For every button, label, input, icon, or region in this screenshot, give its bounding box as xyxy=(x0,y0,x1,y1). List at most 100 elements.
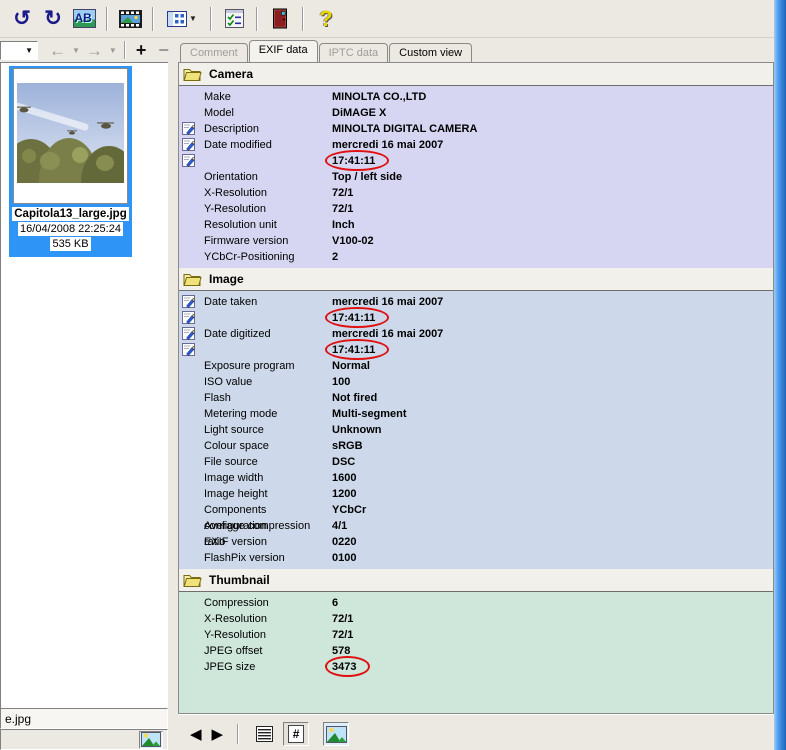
exif-field-value: 72/1 xyxy=(332,627,353,643)
exif-row: Colour spacesRGB xyxy=(179,438,773,454)
previous-image-button[interactable]: ◀ xyxy=(188,727,204,742)
exif-row: ISO value100 xyxy=(179,374,773,390)
exif-field-value: mercredi 16 mai 2007 xyxy=(332,137,443,153)
exif-field-label: JPEG offset xyxy=(204,643,332,659)
thumbnail-card xyxy=(13,68,128,204)
edit-icon[interactable] xyxy=(182,138,195,151)
back-history-dropdown-icon[interactable]: ▼ xyxy=(69,46,83,55)
selected-thumbnail[interactable]: Capitola13_large.jpg 16/04/2008 22:25:24… xyxy=(9,66,132,257)
exif-row: Firmware versionV100-02 xyxy=(179,233,773,249)
exif-field-value-highlighted: 17:41:11 xyxy=(332,153,375,169)
exif-field-label: Colour space xyxy=(204,438,332,454)
exif-field-label: Make xyxy=(204,89,332,105)
browser-view-button[interactable]: ▼ xyxy=(162,5,202,33)
tab-custom-view[interactable]: Custom view xyxy=(389,43,472,62)
edit-icon[interactable] xyxy=(182,311,195,324)
tab-comment[interactable]: Comment xyxy=(180,43,248,62)
forward-button[interactable]: → xyxy=(83,42,106,59)
exif-field-label: Exposure program xyxy=(204,358,332,374)
statusbar-filename-text: e.jpg xyxy=(5,712,31,726)
exif-row: Date digitizedmercredi 16 mai 2007 xyxy=(179,326,773,342)
exif-field-value: 4/1 xyxy=(332,518,347,534)
thumbnail-filesize: 535 KB xyxy=(50,237,90,251)
exif-field-label: Image width xyxy=(204,470,332,486)
exif-field-value: 6 xyxy=(332,595,338,611)
exit-button[interactable] xyxy=(266,5,294,33)
exif-field-label: Metering mode xyxy=(204,406,332,422)
exif-field-label: Orientation xyxy=(204,169,332,185)
list-icon xyxy=(256,726,273,742)
exif-row: Light sourceUnknown xyxy=(179,422,773,438)
edit-icon[interactable] xyxy=(182,343,195,356)
file-browser-pane: Capitola13_large.jpg 16/04/2008 22:25:24… xyxy=(0,62,168,708)
back-button[interactable]: ← xyxy=(46,42,69,59)
rotate-ccw-button[interactable]: ↺ xyxy=(8,5,36,33)
edit-icon[interactable] xyxy=(182,327,195,340)
exif-field-label: Light source xyxy=(204,422,332,438)
exif-field-value: 0220 xyxy=(332,534,356,550)
exif-field-label: YCbCr-Positioning xyxy=(204,249,332,265)
exif-field-label: Compression xyxy=(204,595,332,611)
exif-field-label: ISO value xyxy=(204,374,332,390)
section-rows: MakeMINOLTA CO.,LTDModelDiMAGE XDescript… xyxy=(179,86,773,268)
slideshow-button[interactable] xyxy=(116,5,144,33)
batch-rename-button[interactable]: AB xyxy=(70,5,98,33)
exif-field-label: Date modified xyxy=(204,137,332,153)
image-view-button[interactable] xyxy=(323,722,349,746)
thumbnail-meta: Capitola13_large.jpg 16/04/2008 22:25:24… xyxy=(9,204,132,257)
tab-iptc-data[interactable]: IPTC data xyxy=(319,43,389,62)
help-icon: ? xyxy=(319,6,332,32)
exif-field-value: Unknown xyxy=(332,422,382,438)
exif-row: 17:41:11 xyxy=(179,310,773,326)
info-tabbar: Comment EXIF data IPTC data Custom view xyxy=(180,40,473,62)
exif-field-value: 0100 xyxy=(332,550,356,566)
exif-field-label xyxy=(204,342,332,358)
exif-field-label: EXIF version xyxy=(204,534,332,550)
edit-icon[interactable] xyxy=(182,154,195,167)
batch-rename-icon: AB xyxy=(73,9,96,28)
thumbnail-photo xyxy=(17,83,124,183)
exif-row: Date modifiedmercredi 16 mai 2007 xyxy=(179,137,773,153)
exif-field-value: 578 xyxy=(332,643,350,659)
statusbar-tools xyxy=(0,729,168,750)
properties-view-button[interactable]: # xyxy=(283,722,309,746)
tab-exif-data[interactable]: EXIF data xyxy=(249,40,318,62)
exif-field-value: Normal xyxy=(332,358,370,374)
edit-icon[interactable] xyxy=(182,295,195,308)
exif-row: Average compression ratio4/1 xyxy=(179,518,773,534)
exif-row: Metering modeMulti-segment xyxy=(179,406,773,422)
exif-field-label: X-Resolution xyxy=(204,185,332,201)
help-button[interactable]: ? xyxy=(312,5,340,33)
folder-icon xyxy=(183,573,202,587)
exif-field-label: Description xyxy=(204,121,332,137)
preview-toggle-button[interactable] xyxy=(139,731,163,749)
exif-field-value: sRGB xyxy=(332,438,363,454)
toolbar-separator xyxy=(256,7,258,31)
image-icon xyxy=(141,732,161,747)
next-image-button[interactable]: ▶ xyxy=(210,727,226,742)
zoom-in-button[interactable]: + xyxy=(130,40,153,61)
forward-history-dropdown-icon[interactable]: ▼ xyxy=(106,46,120,55)
rotate-cw-icon: ↻ xyxy=(44,8,62,29)
text-view-button[interactable] xyxy=(251,722,277,746)
combo-dropdown-icon[interactable]: ▼ xyxy=(21,46,37,55)
exif-field-label: Firmware version xyxy=(204,233,332,249)
batch-convert-button[interactable] xyxy=(220,5,248,33)
window-edge xyxy=(774,0,786,750)
zoom-out-button[interactable]: − xyxy=(152,40,175,61)
exif-row: JPEG offset578 xyxy=(179,643,773,659)
exif-field-label xyxy=(204,310,332,326)
zoom-combobox[interactable]: ▼ xyxy=(0,41,38,60)
exif-field-value: DiMAGE X xyxy=(332,105,386,121)
rotate-cw-button[interactable]: ↻ xyxy=(39,5,67,33)
exif-row: Y-Resolution72/1 xyxy=(179,627,773,643)
exif-field-label: JPEG size xyxy=(204,659,332,675)
toolbar-separator xyxy=(124,41,126,59)
exif-row: 17:41:11 xyxy=(179,342,773,358)
pane-splitter[interactable] xyxy=(169,62,178,750)
thumbnail-datetime: 16/04/2008 22:25:24 xyxy=(18,222,123,236)
view-dropdown-icon[interactable]: ▼ xyxy=(189,14,197,23)
exif-field-label: Average compression ratio xyxy=(204,518,332,534)
exif-row: Image width1600 xyxy=(179,470,773,486)
edit-icon[interactable] xyxy=(182,122,195,135)
